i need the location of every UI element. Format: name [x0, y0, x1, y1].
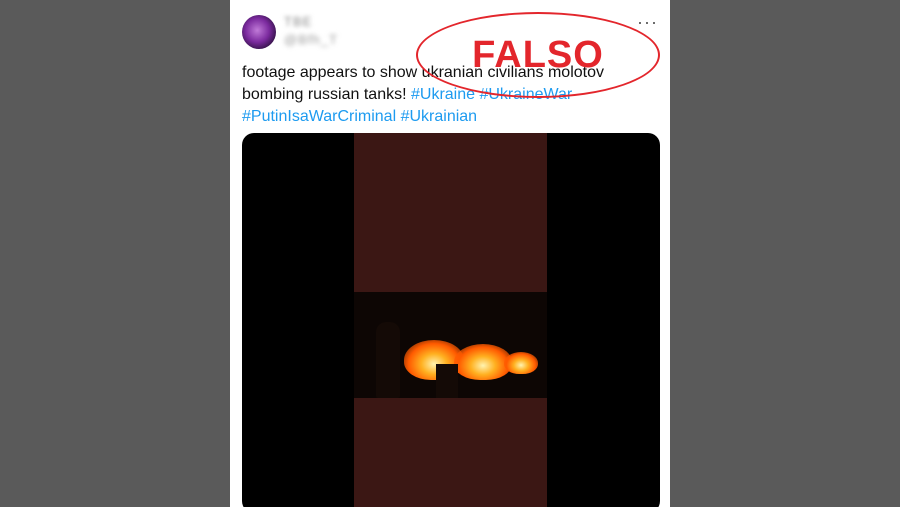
falso-stamp: FALSO — [416, 12, 660, 98]
hashtag-link[interactable]: #PutinIsaWarCriminal — [242, 108, 396, 125]
user-handle[interactable]: @Bfh_T — [284, 32, 338, 47]
user-name[interactable]: TBE — [284, 14, 312, 29]
avatar[interactable] — [242, 15, 276, 49]
more-options-icon[interactable]: ··· — [637, 12, 658, 33]
stamp-label: FALSO — [472, 34, 604, 76]
tweet-video[interactable] — [242, 133, 660, 507]
person-silhouette — [376, 322, 400, 398]
video-frame[interactable] — [354, 292, 547, 398]
fire-image — [504, 352, 538, 374]
hashtag-link[interactable]: #Ukrainian — [401, 108, 477, 125]
object-silhouette — [436, 364, 458, 398]
